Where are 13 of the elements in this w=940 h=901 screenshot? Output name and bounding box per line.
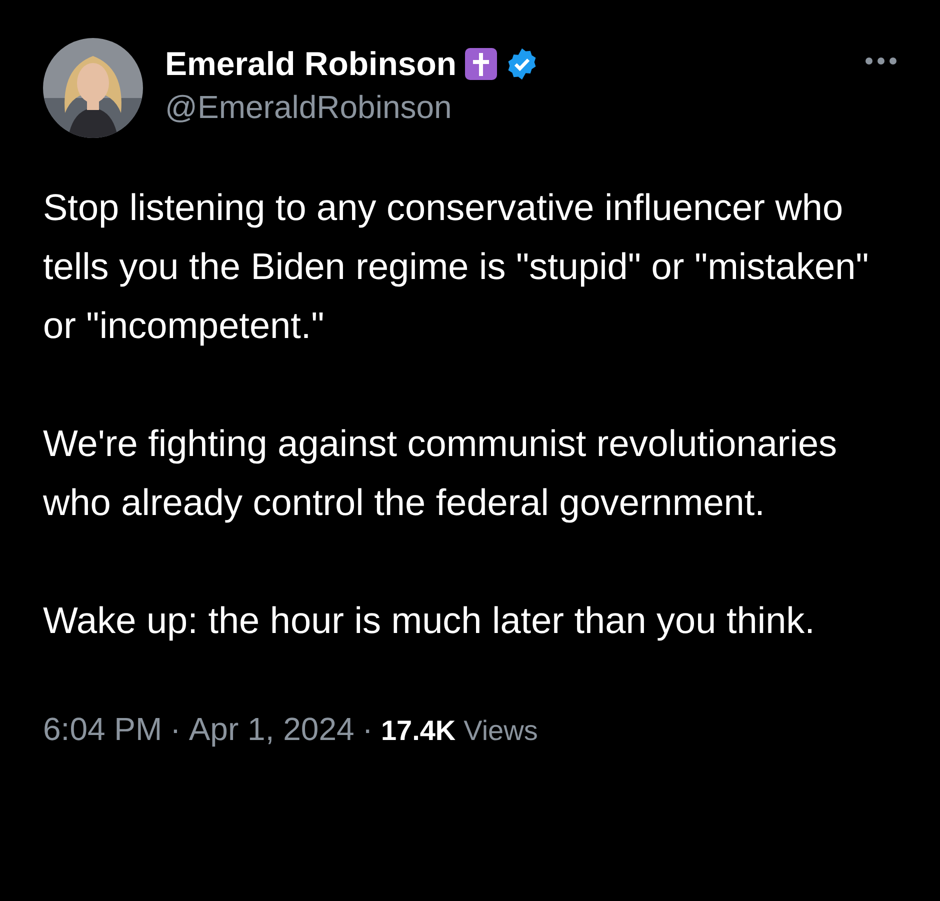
post-date[interactable]: Apr 1, 2024 bbox=[188, 708, 354, 750]
post-paragraph: Stop listening to any conservative influencer who tells you the Biden regime is "stupid" or "mistaken" or "incompetent." bbox=[43, 186, 870, 348]
post-paragraph: Wake up: the hour is much later than you think. bbox=[43, 599, 816, 643]
post-time[interactable]: 6:04 PM bbox=[43, 708, 162, 750]
post-paragraph: We're fighting against communist revolutionaries who already control the federal government. bbox=[43, 422, 838, 525]
cross-icon bbox=[464, 48, 497, 80]
separator-dot: · bbox=[362, 710, 373, 749]
views-count: 17.4K bbox=[380, 714, 456, 748]
views-label: Views bbox=[464, 714, 538, 748]
author-handle[interactable]: @EmeraldRobinson bbox=[165, 86, 539, 128]
separator-dot: · bbox=[170, 710, 181, 749]
author-name[interactable]: Emerald Robinson bbox=[165, 42, 457, 86]
more-options-icon[interactable] bbox=[865, 56, 897, 66]
